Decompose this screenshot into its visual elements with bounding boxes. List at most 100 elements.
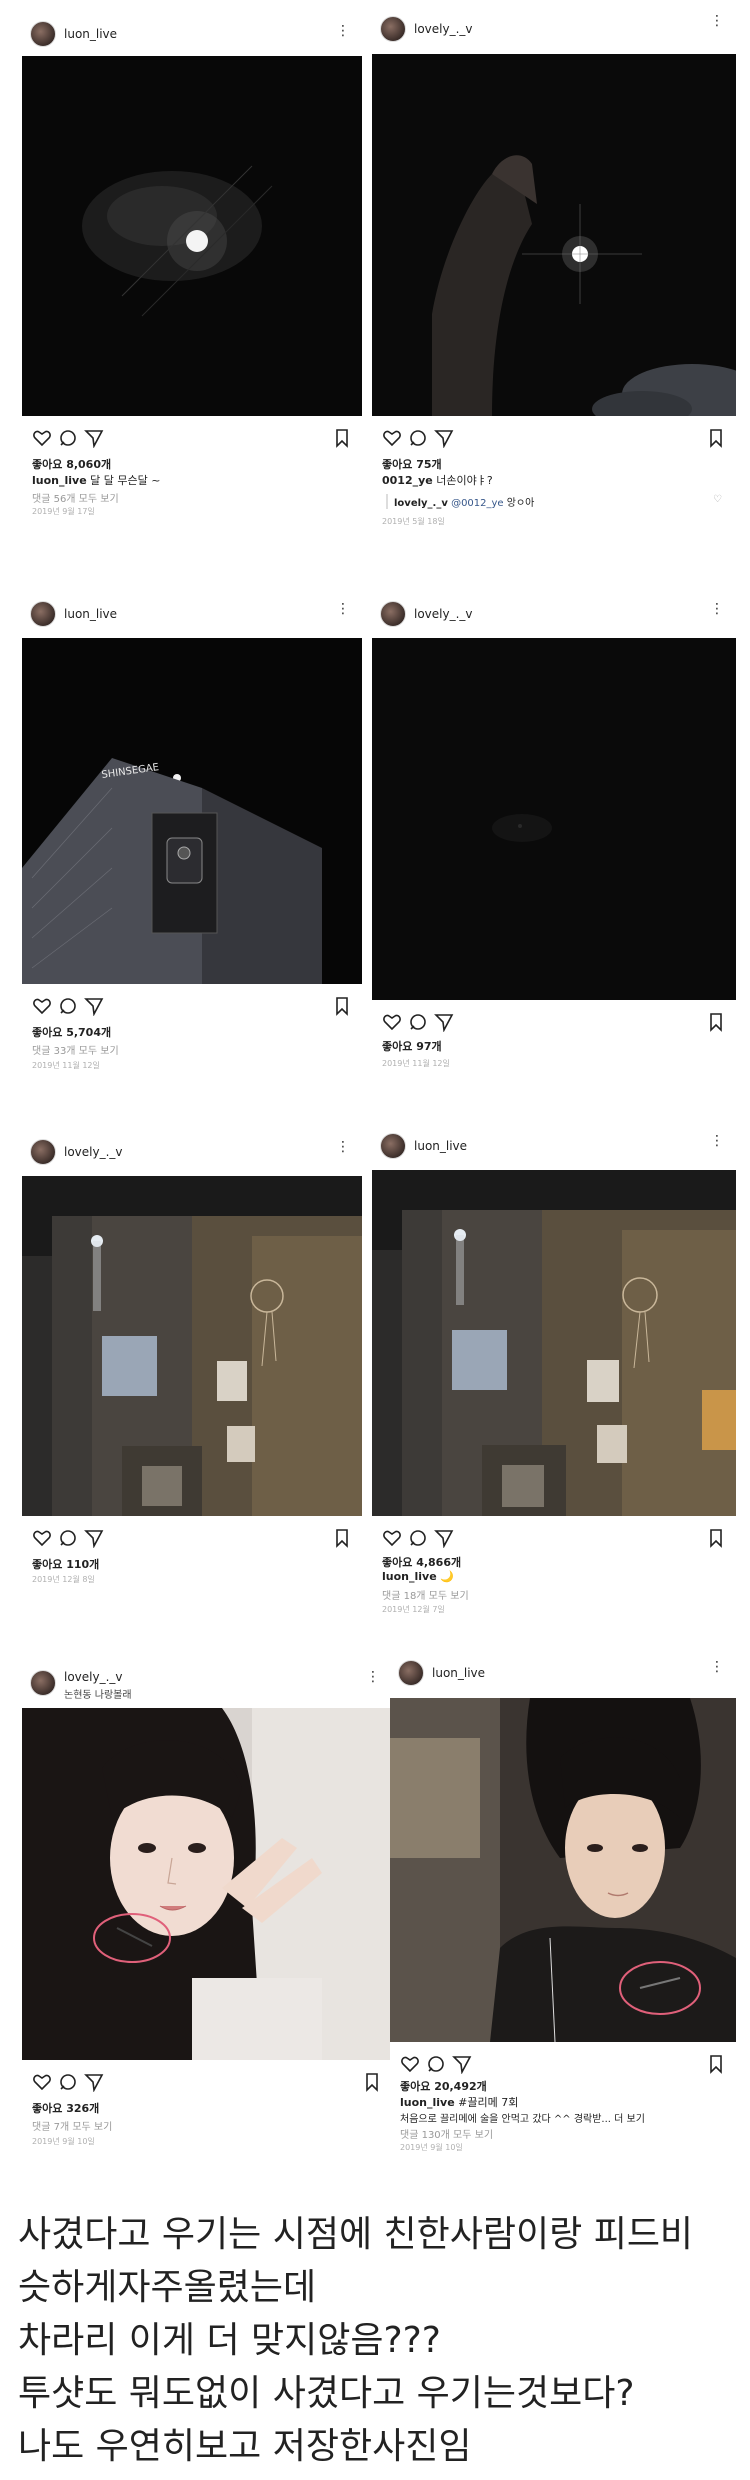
post-actions	[390, 2052, 736, 2078]
caption-username[interactable]: luon_live	[32, 474, 87, 487]
heart-icon[interactable]	[32, 1528, 52, 1548]
avatar[interactable]	[380, 1133, 406, 1159]
like-count[interactable]: 좋아요 20,492개	[400, 2078, 487, 2094]
post-date: 2019년 11월 12일	[382, 1059, 450, 1068]
comment-icon[interactable]	[58, 1528, 78, 1548]
bookmark-icon[interactable]	[706, 1528, 726, 1548]
more-options-icon[interactable]: ⋮	[366, 1670, 380, 1684]
heart-icon[interactable]	[400, 2054, 420, 2074]
reply-mention[interactable]: @0012_ye	[451, 498, 504, 509]
caption-text: 🌙	[436, 1570, 454, 1583]
share-icon[interactable]	[84, 428, 104, 449]
username[interactable]: luon_live	[414, 1139, 467, 1153]
like-count[interactable]: 좋아요 110개	[32, 1556, 99, 1572]
caption-username[interactable]: 0012_ye	[382, 474, 433, 487]
avatar[interactable]	[30, 1139, 56, 1165]
username[interactable]: lovely_._v	[414, 22, 473, 36]
heart-icon[interactable]	[32, 428, 52, 448]
username[interactable]: lovely_._v	[64, 1145, 123, 1159]
view-comments-link[interactable]: 댓글 130개 모두 보기	[400, 2126, 493, 2141]
caption-username[interactable]: luon_live	[400, 2096, 455, 2109]
heart-icon[interactable]	[32, 2072, 52, 2092]
comment-icon[interactable]	[408, 428, 428, 448]
post-date: 2019년 9월 10일	[400, 2143, 463, 2152]
heart-icon[interactable]	[32, 996, 52, 1016]
avatar[interactable]	[30, 601, 56, 627]
avatar[interactable]	[398, 1660, 424, 1686]
avatar[interactable]	[380, 16, 406, 42]
comment-icon[interactable]	[58, 428, 78, 448]
heart-icon[interactable]	[382, 1528, 402, 1548]
share-icon[interactable]	[434, 1528, 454, 1549]
bookmark-icon[interactable]	[332, 996, 352, 1016]
bookmark-icon[interactable]	[332, 1528, 352, 1548]
post-photo[interactable]	[372, 1170, 736, 1516]
more-options-icon[interactable]: ⋮	[336, 1140, 350, 1154]
caption: luon_live 🌙	[382, 1570, 454, 1583]
bookmark-icon[interactable]	[362, 2072, 382, 2092]
username[interactable]: luon_live	[64, 607, 117, 621]
username[interactable]: luon_live	[64, 27, 117, 41]
share-icon[interactable]	[434, 428, 454, 449]
post-photo[interactable]	[22, 56, 362, 416]
post-header: lovely_._v ⋮	[22, 1130, 362, 1174]
bookmark-icon[interactable]	[706, 2054, 726, 2074]
caption-username[interactable]: luon_live	[382, 1570, 437, 1583]
post-photo[interactable]	[372, 638, 736, 1000]
post-actions	[22, 1526, 362, 1552]
share-icon[interactable]	[452, 2054, 472, 2075]
caption: luon_live 달 달 무슨달 ~	[32, 472, 160, 488]
post-header: luon_live ⋮	[372, 1124, 736, 1168]
view-comments-link[interactable]: 댓글 33개 모두 보기	[32, 1042, 119, 1057]
view-comments-link[interactable]: 댓글 7개 모두 보기	[32, 2118, 112, 2133]
post-date: 2019년 9월 17일	[32, 507, 95, 516]
more-options-icon[interactable]: ⋮	[710, 1660, 724, 1674]
share-icon[interactable]	[84, 1528, 104, 1549]
more-options-icon[interactable]: ⋮	[336, 602, 350, 616]
bookmark-icon[interactable]	[332, 428, 352, 448]
heart-icon[interactable]	[382, 1012, 402, 1032]
location-label[interactable]: 논현동 나랑볼래	[64, 1686, 132, 1701]
comment-icon[interactable]	[408, 1528, 428, 1548]
post-photo[interactable]	[22, 1176, 362, 1516]
like-count[interactable]: 좋아요 8,060개	[32, 456, 111, 472]
view-comments-link[interactable]: 댓글 56개 모두 보기	[32, 490, 119, 505]
reply-username[interactable]: lovely_._v	[394, 498, 448, 509]
like-count[interactable]: 좋아요 326개	[32, 2100, 99, 2116]
username[interactable]: lovely_._v	[64, 1670, 123, 1684]
avatar[interactable]	[380, 601, 406, 627]
heart-icon[interactable]	[382, 428, 402, 448]
post-photo[interactable]	[372, 54, 736, 416]
bookmark-icon[interactable]	[706, 428, 726, 448]
post-photo[interactable]	[22, 1708, 392, 2060]
share-icon[interactable]	[84, 996, 104, 1017]
post-actions	[372, 1526, 736, 1552]
share-icon[interactable]	[434, 1012, 454, 1033]
more-options-icon[interactable]: ⋮	[710, 1134, 724, 1148]
post-actions	[22, 426, 362, 452]
view-comments-link[interactable]: 댓글 18개 모두 보기	[382, 1587, 469, 1602]
caption-line-2: 처음으로 끌리메에 술을 안먹고 갔다 ^^ 경락받... 더 보기	[400, 2114, 645, 2125]
username[interactable]: luon_live	[432, 1666, 485, 1680]
username[interactable]: lovely_._v	[414, 607, 473, 621]
like-count[interactable]: 좋아요 75개	[382, 456, 442, 472]
comment-icon[interactable]	[58, 2072, 78, 2092]
bookmark-icon[interactable]	[706, 1012, 726, 1032]
comment-icon[interactable]	[408, 1012, 428, 1032]
like-count[interactable]: 좋아요 97개	[382, 1038, 442, 1054]
post-header: lovely_._v 논현동 나랑볼래 ⋮	[22, 1660, 392, 1706]
avatar[interactable]	[30, 21, 56, 47]
more-options-icon[interactable]: ⋮	[710, 602, 724, 616]
comment-icon[interactable]	[426, 2054, 446, 2074]
more-options-icon[interactable]: ⋮	[710, 14, 724, 28]
avatar[interactable]	[30, 1670, 56, 1696]
more-options-icon[interactable]: ⋮	[336, 24, 350, 38]
post-photo[interactable]	[390, 1698, 736, 2042]
comment-icon[interactable]	[58, 996, 78, 1016]
post-date: 2019년 12월 7일	[382, 1605, 445, 1614]
like-count[interactable]: 좋아요 5,704개	[32, 1024, 111, 1040]
small-heart-icon[interactable]: ♡	[713, 494, 722, 505]
post-photo[interactable]: SHINSEGAE	[22, 638, 362, 984]
share-icon[interactable]	[84, 2072, 104, 2093]
like-count[interactable]: 좋아요 4,866개	[382, 1554, 461, 1570]
